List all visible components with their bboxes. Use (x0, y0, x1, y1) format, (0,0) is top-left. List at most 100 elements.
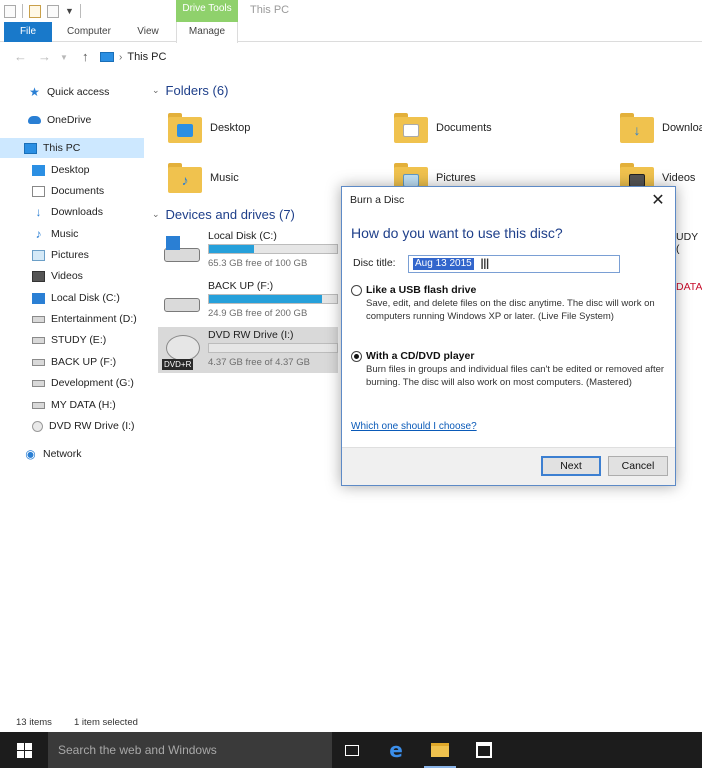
sidebar-item-dvd-rw-i[interactable]: DVD RW Drive (I:) (0, 416, 144, 436)
breadcrumb-this-pc[interactable]: This PC (127, 51, 166, 63)
file-explorer-button[interactable] (418, 732, 462, 768)
edge-browser-icon: e (389, 738, 403, 762)
context-tab-label: Drive Tools (176, 0, 238, 22)
address-bar-row: ← → ▼ ↑ › This PC (0, 45, 702, 69)
drive-icon (32, 379, 45, 387)
desktop-folder-icon (168, 113, 202, 143)
status-item-count: 13 items (16, 717, 52, 728)
sidebar-item-onedrive[interactable]: OneDrive (0, 110, 144, 130)
sidebar-item-label: This PC (43, 142, 81, 154)
tab-manage[interactable]: Manage (176, 22, 238, 43)
folder-name: Documents (436, 122, 492, 134)
ribbon-tabs: File Computer View Manage (0, 22, 702, 43)
properties-icon[interactable] (29, 4, 41, 18)
computer-icon (100, 52, 114, 62)
drive-local-disk-c[interactable]: Local Disk (C:) 65.3 GB free of 100 GB (158, 228, 338, 274)
cancel-button[interactable]: Cancel (608, 456, 668, 476)
tab-view[interactable]: View (132, 22, 164, 42)
sidebar-item-label: Documents (51, 185, 105, 197)
sidebar-item-quick-access[interactable]: ★ Quick access (0, 82, 144, 102)
option-cd-dvd-player[interactable]: With a CD/DVD player Burn files in group… (351, 350, 666, 389)
drive-back-up-f[interactable]: BACK UP (F:) 24.9 GB free of 200 GB (158, 278, 338, 324)
folder-name: Music (210, 172, 239, 184)
recent-locations-icon[interactable]: ▼ (60, 53, 68, 62)
help-link[interactable]: Which one should I choose? (351, 421, 477, 432)
drive-usage-bar (208, 244, 338, 254)
up-arrow-icon[interactable]: ↑ (82, 49, 89, 64)
sidebar-item-network[interactable]: ◉ Network (0, 444, 144, 464)
file-explorer-icon (431, 743, 449, 757)
folder-documents[interactable]: Documents (394, 106, 604, 150)
dvd-icon (32, 420, 43, 432)
folder-name: Videos (662, 172, 696, 184)
sidebar-item-videos[interactable]: Videos (0, 266, 144, 286)
sidebar-item-downloads[interactable]: ↓ Downloads (0, 202, 144, 222)
forward-arrow-icon[interactable]: → (38, 49, 51, 64)
folder-desktop[interactable]: Desktop (168, 106, 378, 150)
documents-icon (32, 185, 45, 197)
drive-icon (32, 358, 45, 366)
folders-group-header[interactable]: ⌄ Folders (6) (152, 83, 228, 98)
navigation-pane: ★ Quick access OneDrive This PC Desktop … (0, 76, 144, 716)
tab-computer[interactable]: Computer (62, 22, 116, 42)
sidebar-item-pictures[interactable]: Pictures (0, 245, 144, 265)
radio-cd-dvd-player[interactable] (351, 350, 362, 362)
option-usb-flash-drive[interactable]: Like a USB flash drive Save, edit, and d… (351, 284, 666, 323)
tab-file[interactable]: File (4, 22, 52, 42)
disc-title-input[interactable]: Aug 13 2015 (408, 255, 620, 273)
drive-usage-bar (208, 294, 338, 304)
sidebar-item-label: Local Disk (C:) (51, 292, 120, 304)
address-box[interactable]: › This PC (100, 47, 702, 67)
chevron-right-icon[interactable]: › (119, 52, 122, 63)
radio-usb-flash-drive[interactable] (351, 284, 362, 296)
option-description: Burn files in groups and individual file… (366, 364, 665, 388)
sidebar-item-local-disk-c[interactable]: Local Disk (C:) (0, 288, 144, 308)
downloads-folder-icon: ↓ (620, 113, 654, 143)
drive-icon (32, 315, 45, 323)
drive-free-space: 4.37 GB free of 4.37 GB (208, 357, 310, 368)
next-button[interactable]: Next (541, 456, 601, 476)
sidebar-item-label: BACK UP (F:) (51, 356, 117, 368)
drive-usage-fill (209, 295, 322, 303)
sidebar-item-label: STUDY (E:) (51, 334, 107, 346)
cloud-icon (28, 116, 41, 124)
back-arrow-icon[interactable]: ← (14, 49, 27, 64)
drive-name-clipped[interactable]: DATA (676, 281, 702, 293)
sidebar-item-label: OneDrive (47, 114, 92, 126)
sidebar-item-label: Pictures (51, 249, 89, 261)
option-description: Save, edit, and delete files on the disc… (366, 298, 655, 322)
chevron-down-icon: ⌄ (152, 85, 160, 95)
close-icon[interactable]: ✕ (649, 190, 667, 210)
sidebar-item-desktop[interactable]: Desktop (0, 160, 144, 180)
drive-free-space: 65.3 GB free of 100 GB (208, 258, 308, 269)
drive-name: DVD RW Drive (I:) (208, 329, 294, 341)
new-folder-icon[interactable] (47, 4, 59, 18)
task-view-button[interactable] (330, 732, 374, 768)
drive-free-space: 24.9 GB free of 200 GB (208, 308, 308, 319)
start-button[interactable] (0, 732, 48, 768)
chevron-down-icon: ⌄ (152, 209, 160, 219)
store-button[interactable] (462, 732, 506, 768)
sidebar-item-documents[interactable]: Documents (0, 181, 144, 201)
edge-button[interactable]: e (374, 732, 418, 768)
sidebar-item-entertainment-d[interactable]: Entertainment (D:) (0, 309, 144, 329)
sidebar-item-development-g[interactable]: Development (G:) (0, 373, 144, 393)
sidebar-item-this-pc[interactable]: This PC (0, 138, 144, 158)
windows-drive-icon (32, 292, 45, 304)
window-icon (4, 4, 16, 18)
drive-dvd-rw-i[interactable]: DVD+R DVD RW Drive (I:) 4.37 GB free of … (158, 327, 338, 373)
sidebar-item-music[interactable]: ♪ Music (0, 224, 144, 244)
sidebar-item-back-up-f[interactable]: BACK UP (F:) (0, 352, 144, 372)
sidebar-item-study-e[interactable]: STUDY (E:) (0, 330, 144, 350)
folder-downloads[interactable]: ↓ Downloa (620, 106, 702, 150)
network-icon: ◉ (25, 446, 36, 461)
drive-name-clipped[interactable]: UDY ( (676, 231, 702, 255)
dialog-heading: How do you want to use this disc? (351, 225, 563, 241)
customize-qat-icon[interactable]: ▼ (65, 6, 74, 16)
option-title: Like a USB flash drive (366, 284, 477, 296)
taskbar-search-box[interactable]: Search the web and Windows (48, 732, 332, 768)
title-bar: ▼ Drive Tools This PC (0, 0, 702, 22)
group-header-label: Devices and drives (7) (165, 207, 295, 222)
sidebar-item-my-data-h[interactable]: MY DATA (H:) (0, 395, 144, 415)
devices-group-header[interactable]: ⌄ Devices and drives (7) (152, 207, 295, 222)
